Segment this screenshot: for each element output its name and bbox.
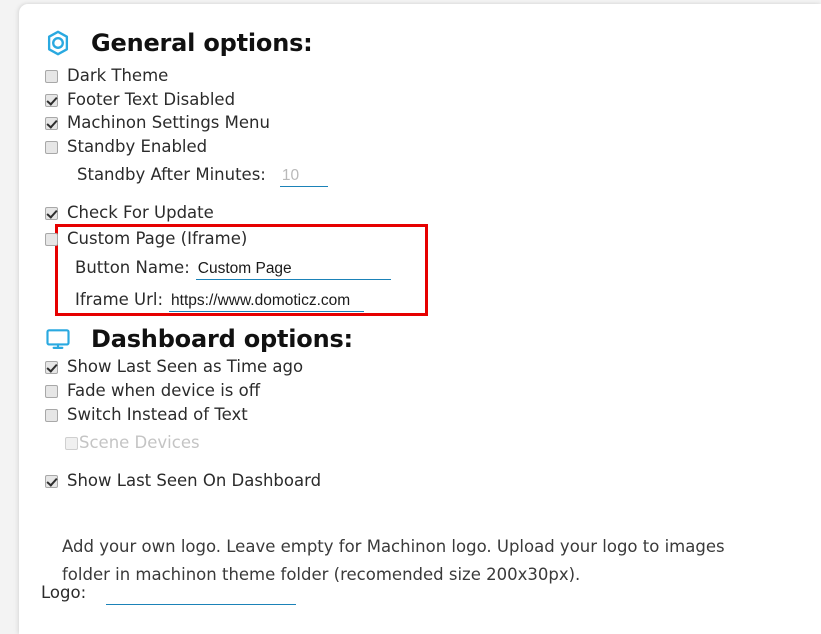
scene-devices-label: Scene Devices	[79, 433, 200, 452]
iframe-url-row: Iframe Url:	[75, 290, 365, 312]
switch-instead-of-text-checkbox[interactable]	[45, 408, 58, 422]
scene-devices-checkbox	[65, 436, 78, 450]
footer-text-disabled-label: Footer Text Disabled	[67, 90, 236, 109]
general-options-title: General options:	[91, 29, 313, 57]
checkbox-row-fade-when-device-off[interactable]: Fade when device is off	[45, 381, 261, 400]
button-name-label: Button Name:	[75, 258, 190, 277]
logo-help-text: Add your own logo. Leave empty for Machi…	[62, 536, 725, 584]
iframe-url-label: Iframe Url:	[75, 290, 164, 309]
checkbox-row-standby-enabled[interactable]: Standby Enabled	[45, 137, 208, 156]
footer-text-disabled-checkbox[interactable]	[45, 93, 58, 107]
monitor-icon	[43, 324, 73, 354]
button-name-input[interactable]	[195, 261, 391, 280]
logo-label: Logo:	[41, 583, 87, 602]
standby-after-minutes-row: Standby After Minutes:	[77, 165, 328, 187]
checkbox-row-scene-devices: Scene Devices	[65, 433, 200, 452]
checkbox-row-switch-instead-of-text[interactable]: Switch Instead of Text	[45, 405, 248, 424]
checkbox-row-dark-theme[interactable]: Dark Theme	[45, 66, 169, 85]
standby-after-minutes-label: Standby After Minutes:	[77, 165, 266, 184]
standby-enabled-label: Standby Enabled	[67, 137, 208, 156]
button-name-row: Button Name:	[75, 258, 391, 280]
machinon-settings-menu-checkbox[interactable]	[45, 116, 58, 130]
checkbox-row-show-last-seen-time-ago[interactable]: Show Last Seen as Time ago	[45, 357, 304, 376]
show-last-seen-on-dashboard-checkbox[interactable]	[45, 474, 58, 488]
standby-enabled-checkbox[interactable]	[45, 140, 58, 154]
checkbox-row-footer-text-disabled[interactable]: Footer Text Disabled	[45, 90, 236, 109]
custom-page-iframe-checkbox[interactable]	[45, 232, 58, 246]
checkbox-row-machinon-settings-menu[interactable]: Machinon Settings Menu	[45, 113, 270, 132]
logo-row: Logo:	[41, 583, 297, 605]
general-options-heading: General options:	[43, 28, 313, 58]
switch-instead-of-text-label: Switch Instead of Text	[67, 405, 248, 424]
show-last-seen-on-dashboard-label: Show Last Seen On Dashboard	[67, 471, 322, 490]
checkbox-row-check-for-update[interactable]: Check For Update	[45, 203, 214, 222]
standby-after-minutes-input[interactable]	[279, 168, 328, 187]
machinon-settings-menu-label: Machinon Settings Menu	[67, 113, 270, 132]
dashboard-options-title: Dashboard options:	[91, 325, 353, 353]
fade-when-device-off-checkbox[interactable]	[45, 384, 58, 398]
dashboard-options-heading: Dashboard options:	[43, 324, 353, 354]
gear-icon	[43, 28, 73, 58]
checkbox-row-show-last-seen-on-dashboard[interactable]: Show Last Seen On Dashboard	[45, 471, 322, 490]
settings-card: General options: Dark Theme Footer Text …	[19, 4, 821, 634]
logo-input[interactable]	[106, 586, 297, 605]
dark-theme-checkbox[interactable]	[45, 69, 58, 83]
custom-page-iframe-label: Custom Page (Iframe)	[67, 229, 248, 248]
check-for-update-label: Check For Update	[67, 203, 214, 222]
fade-when-device-off-label: Fade when device is off	[67, 381, 261, 400]
checkbox-row-custom-page-iframe[interactable]: Custom Page (Iframe)	[45, 229, 248, 248]
show-last-seen-time-ago-checkbox[interactable]	[45, 360, 58, 374]
dark-theme-label: Dark Theme	[67, 66, 169, 85]
show-last-seen-time-ago-label: Show Last Seen as Time ago	[67, 357, 304, 376]
check-for-update-checkbox[interactable]	[45, 206, 58, 220]
iframe-url-input[interactable]	[169, 293, 365, 312]
